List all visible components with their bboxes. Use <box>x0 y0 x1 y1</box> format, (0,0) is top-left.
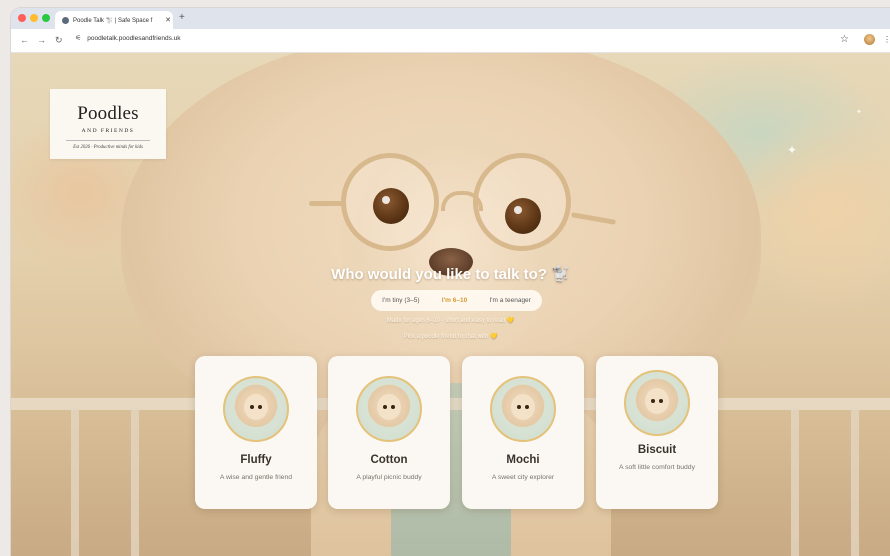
page-headline: Who would you like to talk to? 🐩 <box>331 266 570 283</box>
character-card-cotton[interactable]: Cotton A playful picnic buddy <box>328 356 450 509</box>
character-avatar <box>223 376 289 442</box>
age-note: Made for ages 6–10 · short and easy to r… <box>386 318 515 324</box>
url-field[interactable]: ⚟ poodletalk.poodlesandfriends.uk <box>75 34 181 43</box>
profile-avatar[interactable] <box>864 34 875 45</box>
character-card-fluffy[interactable]: Fluffy A wise and gentle friend <box>195 356 317 509</box>
browser-window: Poodle Talk 🐩 | Safe Space f ✕ + ← → ↻ ⚟… <box>11 8 890 556</box>
close-window-button[interactable] <box>18 14 26 22</box>
sparkle-icon: ✦ <box>787 143 798 157</box>
character-description: A playful picnic buddy <box>356 474 422 481</box>
age-option-tiny[interactable]: I'm tiny (3–5) <box>382 297 419 304</box>
character-description: A soft little comfort buddy <box>619 464 695 471</box>
tab-title: Poodle Talk 🐩 | Safe Space f <box>73 17 153 24</box>
character-description: A sweet city explorer <box>491 474 555 481</box>
maximize-window-button[interactable] <box>42 14 50 22</box>
character-name: Cotton <box>370 454 408 466</box>
pick-friend-note: Pick a poodle friend to chat with 💛 <box>403 334 498 340</box>
globe-icon <box>62 16 69 24</box>
forward-button[interactable]: → <box>37 35 46 45</box>
character-name: Mochi <box>506 454 540 466</box>
reload-button[interactable]: ↻ <box>55 35 63 46</box>
age-option-6-10[interactable]: I'm 6–10 <box>442 297 467 304</box>
address-bar: ← → ↻ ⚟ poodletalk.poodlesandfriends.uk … <box>11 29 890 53</box>
logo-subtitle: AND FRIENDS <box>81 128 135 134</box>
character-name: Biscuit <box>637 444 677 456</box>
url-text: poodletalk.poodlesandfriends.uk <box>87 34 181 42</box>
minimize-window-button[interactable] <box>30 14 38 22</box>
site-settings-icon[interactable]: ⚟ <box>75 34 81 42</box>
character-avatar <box>490 376 556 442</box>
character-card-mochi[interactable]: Mochi A sweet city explorer <box>462 356 584 509</box>
character-description: A wise and gentle friend <box>219 474 293 481</box>
logo-tagline: Est 2026 · Productive minds for kids <box>73 145 143 150</box>
sparkle-icon: ✦ <box>856 109 862 116</box>
age-selector: I'm tiny (3–5) I'm 6–10 I'm a teenager <box>371 290 542 311</box>
bookmark-star-icon[interactable]: ☆ <box>840 34 849 45</box>
tab-close-icon[interactable]: ✕ <box>163 16 173 24</box>
browser-tab[interactable]: Poodle Talk 🐩 | Safe Space f ✕ <box>55 11 173 29</box>
age-option-teen[interactable]: I'm a teenager <box>489 297 530 304</box>
character-avatar <box>624 370 690 436</box>
character-card-biscuit[interactable]: Biscuit A soft little comfort buddy <box>596 356 718 509</box>
site-logo[interactable]: Poodles AND FRIENDS Est 2026 · Productiv… <box>50 89 166 159</box>
tab-bar: Poodle Talk 🐩 | Safe Space f ✕ + <box>11 8 890 29</box>
character-avatar <box>356 376 422 442</box>
character-name: Fluffy <box>240 454 272 466</box>
back-button[interactable]: ← <box>20 35 29 45</box>
new-tab-button[interactable]: + <box>179 12 185 23</box>
logo-divider <box>66 140 150 141</box>
page-content: ✦ ✦ Poodles AND FRIENDS Est 2026 · Produ… <box>11 53 890 556</box>
logo-name: Poodles <box>77 103 139 124</box>
browser-menu-icon[interactable]: ⋮ <box>883 35 890 44</box>
